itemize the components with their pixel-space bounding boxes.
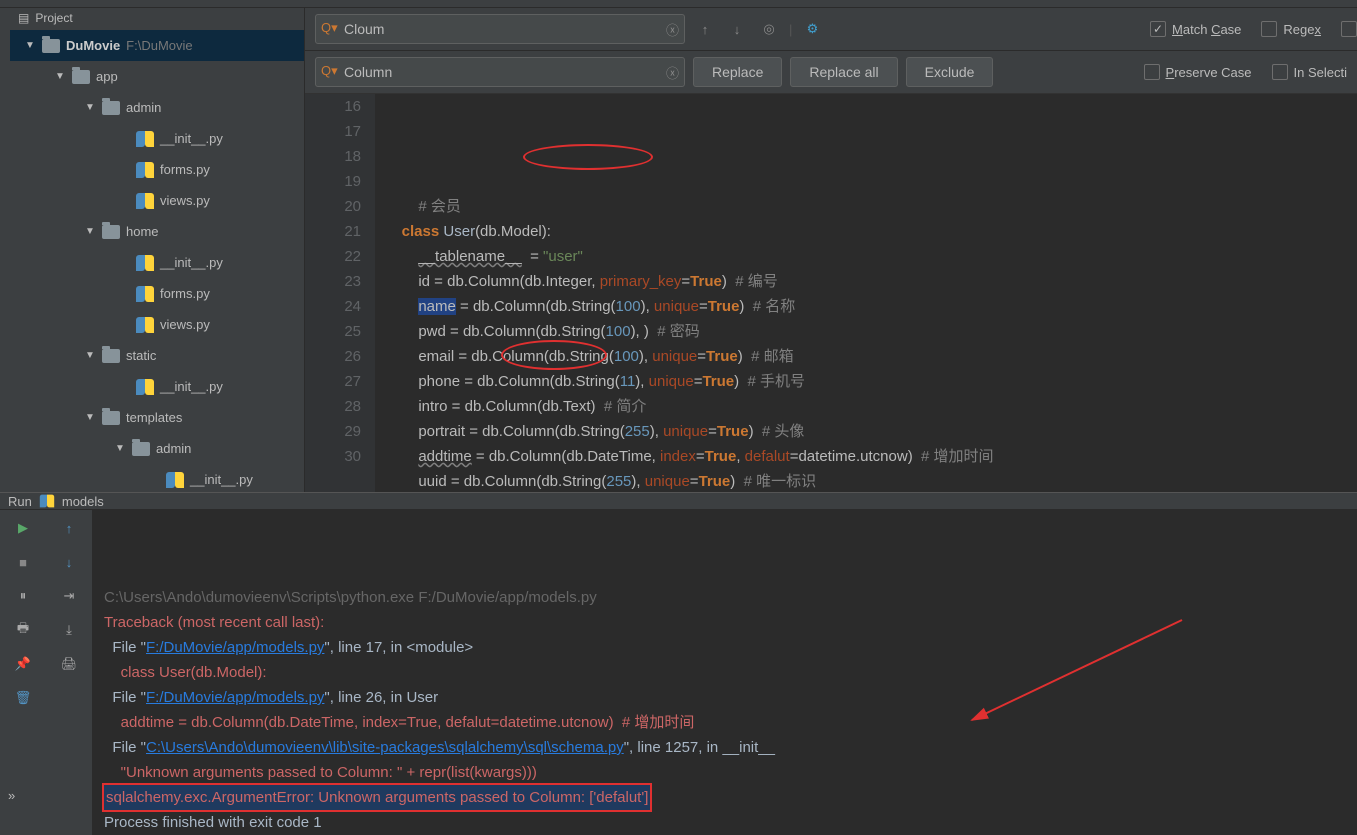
folder-icon <box>132 442 150 456</box>
annotation-circle <box>523 144 653 170</box>
tree-folder-t-admin[interactable]: ▼ admin <box>10 433 304 464</box>
tree-root[interactable]: ▼ DuMovie F:\DuMovie <box>10 30 304 61</box>
dump-icon[interactable]: 🖶 <box>13 620 33 640</box>
python-file-icon <box>40 495 54 508</box>
chevron-down-icon[interactable]: ▼ <box>114 443 126 454</box>
folder-icon <box>72 70 90 84</box>
project-header: ▤Project <box>10 8 304 28</box>
python-file-icon <box>136 131 154 147</box>
tree-folder-templates[interactable]: ▼ templates <box>10 402 304 433</box>
python-file-icon <box>136 317 154 333</box>
tree-folder-app[interactable]: ▼ app <box>10 61 304 92</box>
python-file-icon <box>136 286 154 302</box>
code-content[interactable]: # 会员 class User(db.Model): __tablename__… <box>375 94 1357 492</box>
stop-icon[interactable]: ■ <box>13 552 33 572</box>
tree-file[interactable]: __init__.py <box>10 371 304 402</box>
search-icon: Q▾ <box>321 63 338 79</box>
project-tree[interactable]: ▤Project ▼ DuMovie F:\DuMovie ▼ app ▼ <box>10 8 304 492</box>
toolwindow-stripe[interactable] <box>0 8 10 492</box>
console-output[interactable]: C:\Users\Ando\dumovieenv\Scripts\python.… <box>92 510 1357 835</box>
folder-icon <box>102 225 120 239</box>
tree-file[interactable]: __init__.py <box>10 247 304 278</box>
search-icon: Q▾ <box>321 20 338 36</box>
tree-label: DuMovie <box>66 38 120 53</box>
tree-folder-static[interactable]: ▼ static <box>10 340 304 371</box>
chevron-down-icon[interactable]: ▼ <box>84 350 96 361</box>
preserve-case-checkbox[interactable]: Preserve Case <box>1144 64 1252 80</box>
tree-folder-admin[interactable]: ▼ admin <box>10 92 304 123</box>
print-icon[interactable]: 🖨 <box>59 654 79 674</box>
pin-icon[interactable]: 📌 <box>13 654 33 674</box>
match-case-checkbox[interactable]: Match Case <box>1150 21 1241 37</box>
next-match-icon[interactable]: ↓ <box>725 17 749 41</box>
gutter[interactable]: 161718192021222324252627282930 <box>305 94 375 492</box>
tree-file[interactable]: __init__.py <box>10 123 304 154</box>
find-input[interactable] <box>315 14 685 44</box>
python-file-icon <box>136 162 154 178</box>
python-file-icon <box>166 472 184 488</box>
tree-file[interactable]: views.py <box>10 309 304 340</box>
replace-button[interactable]: Replace <box>693 57 782 87</box>
run-toolbar-left: ▶ ■ ⏸ 🖶 📌 🗑 <box>0 510 46 835</box>
extra-checkbox[interactable] <box>1341 21 1357 37</box>
expand-icon[interactable]: » <box>0 788 15 803</box>
select-all-icon[interactable]: ◎ <box>757 17 781 41</box>
regex-checkbox[interactable]: Regex <box>1261 21 1321 37</box>
trash-icon[interactable]: 🗑 <box>13 688 33 708</box>
replace-all-button[interactable]: Replace all <box>790 57 897 87</box>
gear-icon[interactable]: ⚙ <box>800 17 824 41</box>
rerun-icon[interactable]: ▶ <box>13 518 33 538</box>
python-file-icon <box>136 193 154 209</box>
in-selection-checkbox[interactable]: In Selecti <box>1272 64 1347 80</box>
code-editor[interactable]: 161718192021222324252627282930 # 会员 clas… <box>305 94 1357 492</box>
folder-icon <box>102 411 120 425</box>
wrap-icon[interactable]: ⇥ <box>59 586 79 606</box>
up-icon[interactable]: ↑ <box>59 518 79 538</box>
replace-bar: Q▾ ⓧ Replace Replace all Exclude Preserv… <box>305 51 1357 94</box>
editor-tabs[interactable] <box>0 0 1357 8</box>
run-target: models <box>62 494 104 509</box>
tree-folder-home[interactable]: ▼ home <box>10 216 304 247</box>
replace-input[interactable] <box>315 57 685 87</box>
tree-file[interactable]: __init__.py <box>10 464 304 492</box>
tree-path: F:\DuMovie <box>126 38 192 53</box>
folder-icon <box>42 39 60 53</box>
run-label: Run <box>8 494 32 509</box>
exclude-button[interactable]: Exclude <box>906 57 994 87</box>
run-tab-header[interactable]: Run models <box>0 493 1357 510</box>
find-bar: Q▾ ⓧ ↑ ↓ ◎ | ⚙ Match Case Regex <box>305 8 1357 51</box>
chevron-down-icon[interactable]: ▼ <box>24 40 36 51</box>
prev-match-icon[interactable]: ↑ <box>693 17 717 41</box>
chevron-down-icon[interactable]: ▼ <box>84 226 96 237</box>
python-file-icon <box>136 379 154 395</box>
folder-icon <box>102 349 120 363</box>
tree-file[interactable]: forms.py <box>10 278 304 309</box>
down-icon[interactable]: ↓ <box>59 552 79 572</box>
clear-icon[interactable]: ⓧ <box>666 63 679 82</box>
chevron-down-icon[interactable]: ▼ <box>84 102 96 113</box>
clear-icon[interactable]: ⓧ <box>666 20 679 39</box>
run-toolbar-right: ↑ ↓ ⇥ ⤓ 🖨 <box>46 510 92 835</box>
folder-icon <box>102 101 120 115</box>
scroll-icon[interactable]: ⤓ <box>59 620 79 640</box>
python-file-icon <box>136 255 154 271</box>
chevron-down-icon[interactable]: ▼ <box>84 412 96 423</box>
tree-file[interactable]: forms.py <box>10 154 304 185</box>
pause-icon[interactable]: ⏸ <box>13 586 33 606</box>
chevron-down-icon[interactable]: ▼ <box>54 71 66 82</box>
tree-file[interactable]: views.py <box>10 185 304 216</box>
